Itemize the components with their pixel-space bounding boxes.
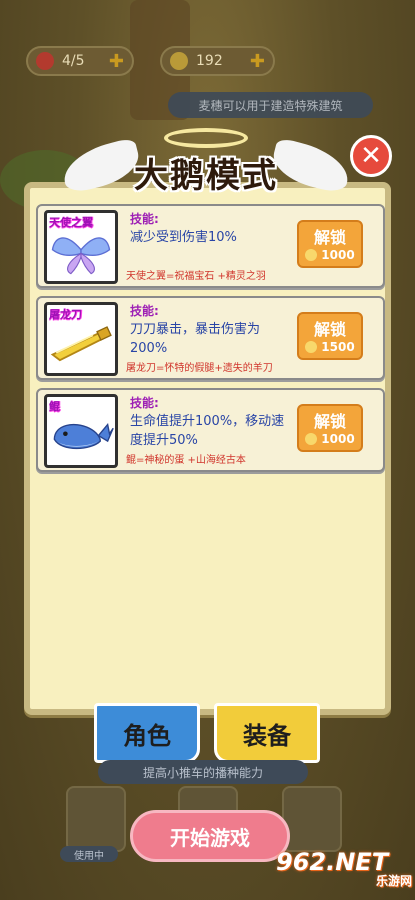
grain-icon bbox=[305, 249, 318, 261]
in-use-badge: 使用中 bbox=[60, 846, 118, 862]
item-thumbnail: 鲲 bbox=[44, 394, 118, 468]
modal-title: 大鹅模式 bbox=[134, 156, 278, 196]
lives-counter: 4/5 ✚ bbox=[26, 46, 134, 76]
unlock-button[interactable]: 解锁 1000 bbox=[297, 404, 363, 452]
character-slot-1[interactable] bbox=[66, 786, 126, 852]
unlock-label: 解锁 bbox=[313, 228, 346, 247]
cost-value: 1000 bbox=[321, 432, 355, 446]
unlock-button[interactable]: 解锁 1000 bbox=[297, 220, 363, 268]
unlock-label: 解锁 bbox=[313, 412, 346, 431]
item-name: 鲲 bbox=[49, 400, 60, 413]
item-recipe: 天使之翼=祝福宝石 +精灵之羽 bbox=[126, 271, 266, 282]
skill-description: 减少受到伤害10% bbox=[130, 230, 237, 245]
watermark-main: 962.NET bbox=[276, 848, 389, 876]
item-name: 天使之翼 bbox=[49, 216, 93, 229]
item-card-kun-whale: 鲲 技能: 生命值提升100%，移动速度提升50% 鲲=神秘的蛋 +山海经古本 … bbox=[36, 388, 385, 472]
site-watermark-logo: 962.NET 乐游网 bbox=[276, 848, 412, 894]
tab-equipment[interactable]: 装备 bbox=[214, 703, 320, 763]
grain-value: 192 bbox=[196, 53, 223, 69]
promo-banner: 提高小推车的播种能力 bbox=[98, 760, 308, 784]
cost-value: 1000 bbox=[321, 248, 355, 262]
character-slot-3[interactable] bbox=[282, 786, 342, 852]
add-lives-plus-icon[interactable]: ✚ bbox=[109, 51, 124, 72]
skill-description: 刀刀暴击，暴击伤害为200% bbox=[130, 322, 261, 356]
halo-icon bbox=[164, 128, 248, 148]
grain-counter: 192 ✚ bbox=[160, 46, 275, 76]
cost-value: 1500 bbox=[321, 340, 355, 354]
item-thumbnail: 天使之翼 bbox=[44, 210, 118, 284]
unlock-label: 解锁 bbox=[313, 320, 346, 339]
skill-description: 生命值提升100%，移动速度提升50% bbox=[130, 414, 285, 448]
start-game-button[interactable]: 开始游戏 bbox=[130, 810, 290, 862]
grain-icon bbox=[305, 433, 318, 445]
tab-role[interactable]: 角色 bbox=[94, 703, 200, 763]
add-grain-plus-icon[interactable]: ✚ bbox=[250, 51, 265, 72]
heart-icon bbox=[36, 52, 54, 70]
unlock-cost: 1000 bbox=[299, 432, 361, 446]
unlock-cost: 1500 bbox=[299, 340, 361, 354]
goose-mode-panel: 天使之翼 技能: 减少受到伤害10% 天使之翼=祝福宝石 +精灵之羽 解锁 10… bbox=[24, 182, 391, 715]
item-recipe: 鲲=神秘的蛋 +山海经古本 bbox=[126, 455, 246, 466]
skill-heading: 技能: bbox=[130, 396, 159, 410]
item-recipe: 屠龙刀=怀特的假腿+遗失的羊刀 bbox=[126, 363, 273, 374]
item-thumbnail: 屠龙刀 bbox=[44, 302, 118, 376]
grain-icon bbox=[305, 341, 318, 353]
item-card-dragon-blade: 屠龙刀 技能: 刀刀暴击，暴击伤害为200% 屠龙刀=怀特的假腿+遗失的羊刀 解… bbox=[36, 296, 385, 380]
lives-value: 4/5 bbox=[62, 53, 85, 69]
grain-icon bbox=[170, 52, 188, 70]
skill-heading: 技能: bbox=[130, 304, 159, 318]
item-card-angel-wings: 天使之翼 技能: 减少受到伤害10% 天使之翼=祝福宝石 +精灵之羽 解锁 10… bbox=[36, 204, 385, 288]
grain-hint-banner: 麦穗可以用于建造特殊建筑 bbox=[168, 92, 373, 118]
unlock-button[interactable]: 解锁 1500 bbox=[297, 312, 363, 360]
unlock-cost: 1000 bbox=[299, 248, 361, 262]
item-name: 屠龙刀 bbox=[49, 308, 82, 321]
close-button[interactable]: ✕ bbox=[350, 135, 392, 177]
skill-heading: 技能: bbox=[130, 212, 159, 226]
